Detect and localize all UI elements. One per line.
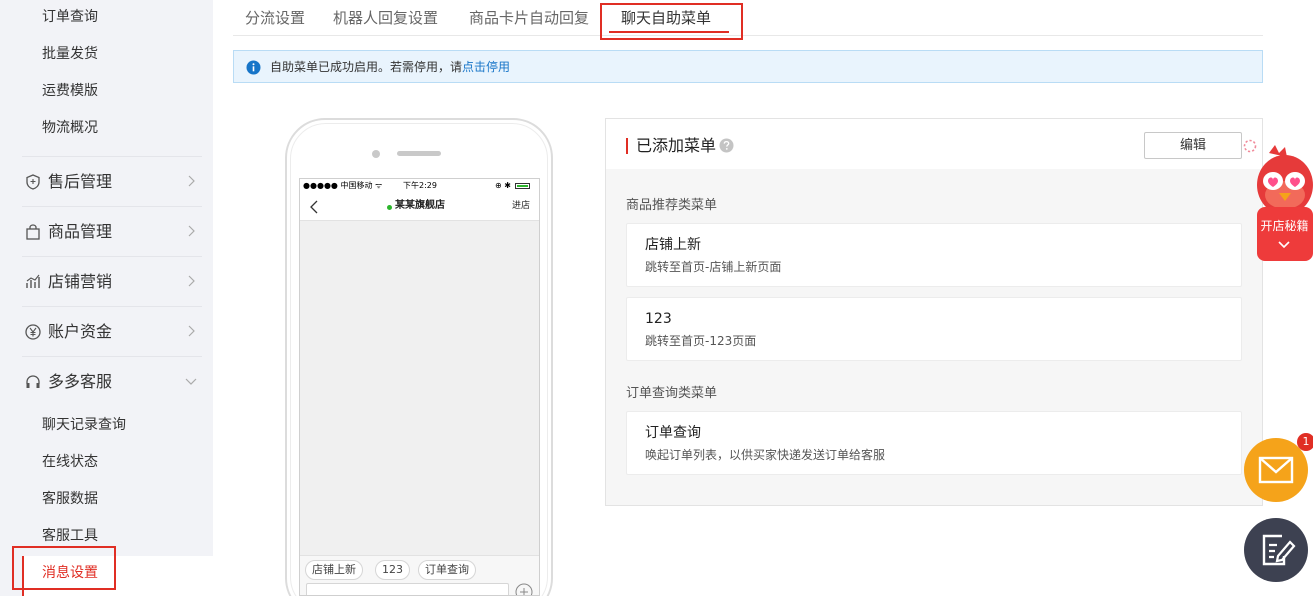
nav-label: 多多客服	[48, 372, 113, 391]
notice-banner: 自助菜单已成功启用。若需停用，请点击停用	[233, 50, 1263, 83]
menu-item-name: 店铺上新	[645, 237, 701, 253]
sidebar-item-service-tools[interactable]: 客服工具	[42, 526, 98, 546]
online-dot	[387, 205, 392, 210]
card-header: 已添加菜单 编辑	[606, 119, 1262, 169]
sidebar-item-products[interactable]: 商品管理	[22, 206, 202, 256]
edit-button[interactable]: 编辑	[1144, 132, 1242, 159]
quick-chip-order[interactable]: 订单查询	[418, 560, 476, 580]
sidebar-item-after-sales[interactable]: 售后管理	[22, 156, 202, 206]
menu-item-desc: 唤起订单列表，以供买家快递发送订单给客服	[645, 448, 886, 462]
sidebar-item-customer-service[interactable]: 多多客服	[22, 356, 202, 406]
bag-icon	[26, 224, 40, 240]
phone-camera	[372, 150, 380, 158]
sidebar-item-marketing[interactable]: 店铺营销	[22, 256, 202, 306]
sidebar-item-service-data[interactable]: 客服数据	[42, 489, 98, 509]
highlight-box-sidebar	[12, 546, 116, 590]
phone-status-bar: ●●●●● 中国移动 ᯤ 下午2:29 ⊕ ✱	[300, 179, 539, 193]
yen-icon	[25, 324, 41, 340]
menu-item[interactable]: 店铺上新 跳转至首页-店铺上新页面	[626, 223, 1242, 287]
chevron-right-icon	[188, 325, 195, 337]
tab-product-card-reply[interactable]: 商品卡片自动回复	[469, 7, 589, 29]
back-arrow-icon[interactable]	[308, 200, 320, 214]
status-icons: ⊕ ✱	[495, 181, 511, 190]
feedback-button[interactable]	[1244, 518, 1308, 582]
nav-label: 商品管理	[48, 222, 113, 241]
quick-menu-bar: 店铺上新 123 订单查询	[300, 555, 539, 596]
status-time: 下午2:29	[403, 181, 437, 190]
sidebar-item-funds[interactable]: 账户资金	[22, 306, 202, 356]
battery-icon	[515, 183, 530, 189]
menu-item-name: 123	[645, 311, 672, 327]
nav-label: 店铺营销	[48, 272, 113, 291]
sidebar-item-order-query[interactable]: 订单查询	[42, 7, 98, 27]
highlight-box-tab	[600, 3, 743, 40]
info-icon	[246, 60, 261, 75]
menu-item[interactable]: 订单查询 唤起订单列表，以供买家快递发送订单给客服	[626, 411, 1242, 475]
mascot-label[interactable]: 开店秘籍	[1256, 218, 1313, 234]
mascot-shop-tips-widget[interactable]	[1255, 145, 1313, 261]
disable-link[interactable]: 点击停用	[462, 60, 510, 74]
section-label-product: 商品推荐类菜单	[626, 198, 718, 213]
notice-message: 自助菜单已成功启用。若需停用，请	[270, 60, 463, 74]
menu-item[interactable]: 123 跳转至首页-123页面	[626, 297, 1242, 361]
carrier-text: ●●●●● 中国移动 ᯤ	[303, 181, 383, 190]
card-title: 已添加菜单	[636, 136, 717, 155]
menu-item-desc: 跳转至首页-店铺上新页面	[645, 260, 782, 274]
sidebar-panel: 订单查询 批量发货 运费模版 物流概况 售后管理 商品管理 店铺营销 账户资金 …	[0, 0, 213, 596]
help-icon[interactable]	[719, 138, 734, 153]
quick-chip-123[interactable]: 123	[375, 560, 410, 580]
tab-bar: 分流设置 机器人回复设置 商品卡片自动回复 聊天自助菜单	[233, 0, 1263, 36]
headset-icon	[26, 375, 40, 388]
sidebar-item-logistics[interactable]: 物流概况	[42, 118, 98, 138]
phone-nav-bar: 某某旗舰店 进店	[300, 193, 539, 221]
nav-label: 账户资金	[48, 322, 113, 341]
menu-card: 已添加菜单 编辑 商品推荐类菜单 店铺上新 跳转至首页-店铺上新页面 123 跳…	[605, 118, 1263, 506]
sidebar-item-online-status[interactable]: 在线状态	[42, 452, 98, 472]
chevron-right-icon	[188, 225, 195, 237]
chevron-right-icon	[188, 175, 195, 187]
chevron-down-icon	[185, 378, 197, 385]
chevron-right-icon	[188, 275, 195, 287]
sidebar-item-shipping-template[interactable]: 运费模版	[42, 81, 98, 101]
title-accent-bar	[626, 138, 628, 154]
section-label-order: 订单查询类菜单	[626, 386, 718, 401]
sidebar-item-chat-history[interactable]: 聊天记录查询	[42, 415, 126, 435]
notice-text: 自助菜单已成功启用。若需停用，请点击停用	[270, 59, 510, 75]
nav-label: 售后管理	[48, 172, 113, 191]
sidebar-item-batch-ship[interactable]: 批量发货	[42, 44, 98, 64]
sidebar: 订单查询 批量发货 运费模版 物流概况 售后管理 商品管理 店铺营销 账户资金 …	[0, 0, 213, 596]
unread-badge: 1	[1297, 433, 1313, 451]
enter-shop-link[interactable]: 进店	[512, 200, 530, 212]
menu-item-name: 订单查询	[645, 425, 701, 441]
menu-item-desc: 跳转至首页-123页面	[645, 334, 757, 348]
tab-robot-reply[interactable]: 机器人回复设置	[333, 7, 438, 29]
quick-chip-new[interactable]: 店铺上新	[305, 560, 363, 580]
edit-note-icon	[1262, 534, 1296, 566]
phone-screen: ●●●●● 中国移动 ᯤ 下午2:29 ⊕ ✱ 某某旗舰店 进店 店铺上新 12…	[299, 178, 540, 596]
chart-icon	[26, 274, 40, 288]
shield-icon	[26, 174, 40, 190]
chat-input[interactable]	[306, 583, 509, 595]
shop-name: 某某旗舰店	[395, 200, 445, 211]
tab-diversion[interactable]: 分流设置	[245, 7, 305, 29]
phone-speaker	[397, 151, 441, 156]
plus-circle-icon[interactable]	[515, 583, 533, 596]
